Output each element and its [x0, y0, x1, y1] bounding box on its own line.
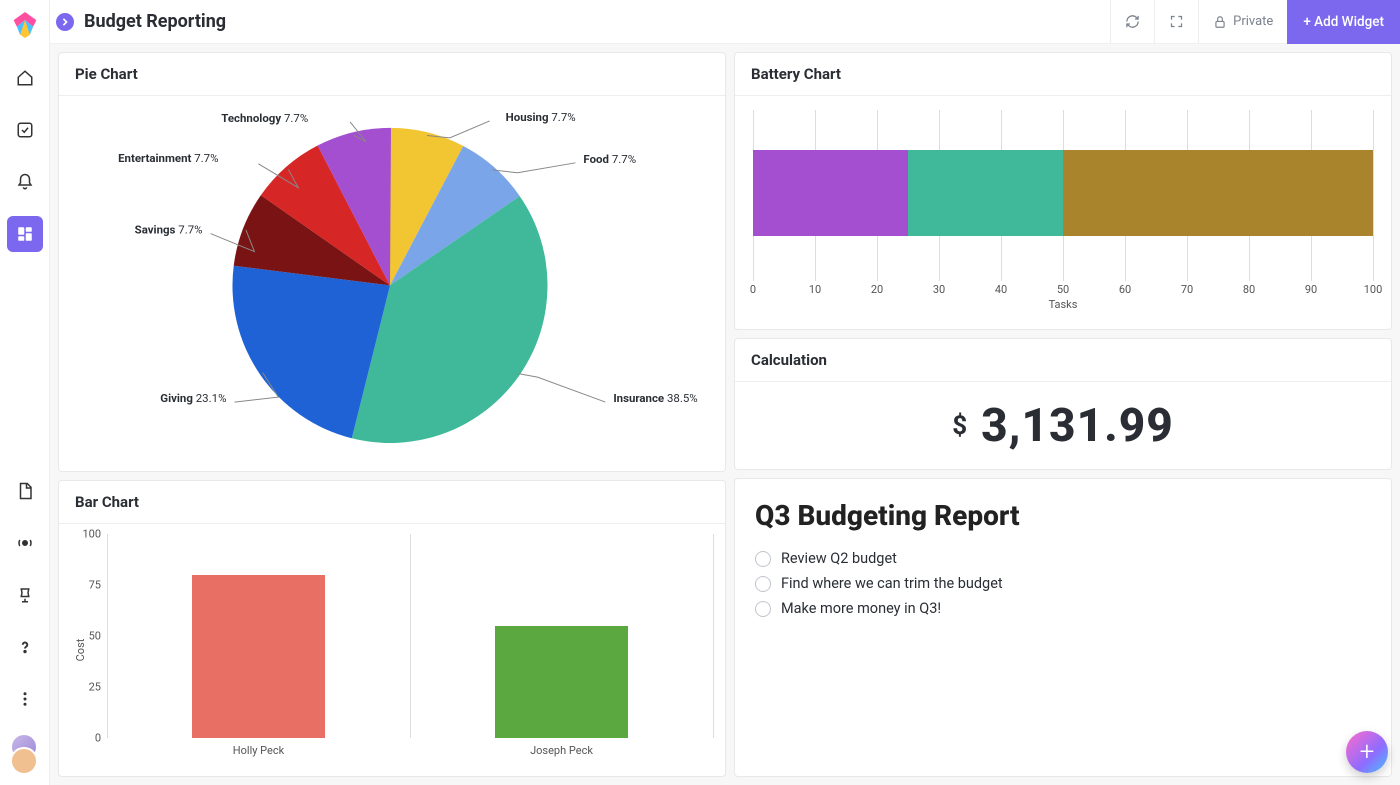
page-title: Budget Reporting — [84, 11, 226, 32]
doc-checklist-item[interactable]: Find where we can trim the budget — [755, 571, 1371, 596]
pie-label: Housing 7.7% — [506, 110, 576, 124]
battery-tick: 40 — [995, 283, 1007, 296]
nav-home[interactable] — [7, 60, 43, 96]
widget-title: Calculation — [735, 339, 1391, 382]
unchecked-circle-icon[interactable] — [755, 576, 771, 592]
battery-segment[interactable] — [1063, 150, 1373, 236]
battery-tick: 0 — [750, 283, 756, 296]
dashboard-grid: Pie Chart Housing 7.7% Food 7.7% Insurance… — [50, 44, 1400, 785]
app-logo — [12, 10, 38, 40]
doc-item-text: Make more money in Q3! — [781, 600, 941, 617]
bar-ytick: 100 — [82, 528, 101, 541]
bar-ylabel: Cost — [74, 639, 87, 662]
bar-ytick: 25 — [89, 681, 101, 694]
refresh-button[interactable] — [1110, 0, 1154, 44]
pie-label: Entertainment 7.7% — [118, 151, 218, 165]
bar-joseph-peck[interactable] — [495, 626, 628, 738]
calculation-widget[interactable]: Calculation $ 3,131.99 — [734, 338, 1392, 470]
nav-notifications[interactable] — [7, 164, 43, 200]
unchecked-circle-icon[interactable] — [755, 601, 771, 617]
widget-title: Bar Chart — [59, 481, 725, 524]
privacy-toggle[interactable]: Private — [1198, 0, 1287, 44]
battery-tick: 100 — [1364, 283, 1383, 296]
battery-tick: 70 — [1181, 283, 1193, 296]
widget-title: Pie Chart — [59, 53, 725, 96]
nav-help[interactable] — [7, 629, 43, 665]
battery-tick: 30 — [933, 283, 945, 296]
bar-xtick: Joseph Peck — [530, 744, 593, 757]
doc-item-text: Find where we can trim the budget — [781, 575, 1003, 592]
nav-more[interactable] — [7, 681, 43, 717]
page-header: Budget Reporting Private + Add Widget — [50, 0, 1400, 44]
bar-xtick: Holly Peck — [233, 744, 284, 757]
nav-pulse[interactable] — [7, 525, 43, 561]
pie-svg: Housing 7.7% Food 7.7% Insurance 38.5% Givi… — [59, 96, 725, 472]
pie-label: Giving 23.1% — [160, 391, 226, 405]
battery-chart-canvas: 0 10 20 30 40 50 60 70 80 90 100 Tasks — [735, 96, 1391, 329]
battery-segment[interactable] — [753, 150, 908, 236]
pie-label: Technology 7.7% — [221, 111, 308, 125]
pie-label: Food 7.7% — [583, 152, 636, 166]
doc-item-text: Review Q2 budget — [781, 550, 897, 567]
bar-ytick: 50 — [89, 630, 101, 643]
pie-label: Insurance 38.5% — [613, 391, 697, 405]
calculation-value: 3,131.99 — [981, 399, 1174, 453]
doc-checklist-item[interactable]: Make more money in Q3! — [755, 596, 1371, 621]
quick-create-fab[interactable]: + — [1346, 731, 1388, 773]
fullscreen-button[interactable] — [1154, 0, 1198, 44]
bar-ytick: 75 — [89, 579, 101, 592]
pie-chart-canvas: Housing 7.7% Food 7.7% Insurance 38.5% Givi… — [59, 96, 725, 472]
doc-widget[interactable]: Q3 Budgeting Report Review Q2 budget Find… — [734, 478, 1392, 777]
battery-tick: 90 — [1305, 283, 1317, 296]
nav-docs[interactable] — [7, 473, 43, 509]
battery-segment[interactable] — [908, 150, 1063, 236]
bar-chart-widget[interactable]: Bar Chart Cost 0 25 50 75 100 Holly Peck Josep… — [58, 480, 726, 777]
left-nav-rail — [0, 0, 50, 785]
currency-symbol: $ — [952, 411, 967, 441]
battery-tick: 20 — [871, 283, 883, 296]
unchecked-circle-icon[interactable] — [755, 551, 771, 567]
doc-heading: Q3 Budgeting Report — [755, 499, 1371, 532]
add-widget-button[interactable]: + Add Widget — [1287, 0, 1400, 44]
battery-tick: 50 — [1057, 283, 1069, 296]
battery-tick: 10 — [809, 283, 821, 296]
privacy-label: Private — [1233, 14, 1273, 29]
battery-chart-widget[interactable]: Battery Chart 0 10 20 30 40 50 60 70 80 90 100 Tas… — [734, 52, 1392, 330]
battery-tick: 80 — [1243, 283, 1255, 296]
nav-dashboards[interactable] — [7, 216, 43, 252]
pie-chart-widget[interactable]: Pie Chart Housing 7.7% Food 7.7% Insurance… — [58, 52, 726, 472]
nav-goals[interactable] — [7, 577, 43, 613]
nav-tasks[interactable] — [7, 112, 43, 148]
expand-sidebar-button[interactable] — [56, 13, 74, 31]
battery-xlabel: Tasks — [753, 298, 1373, 311]
widget-title: Battery Chart — [735, 53, 1391, 96]
bar-ytick: 0 — [95, 732, 101, 745]
doc-checklist-item[interactable]: Review Q2 budget — [755, 546, 1371, 571]
battery-tick: 60 — [1119, 283, 1131, 296]
user-avatars[interactable] — [10, 733, 40, 777]
bar-holly-peck[interactable] — [192, 575, 325, 738]
bar-chart-canvas: Cost 0 25 50 75 100 Holly Peck Joseph Peck — [59, 524, 725, 776]
pie-label: Savings 7.7% — [135, 223, 203, 237]
